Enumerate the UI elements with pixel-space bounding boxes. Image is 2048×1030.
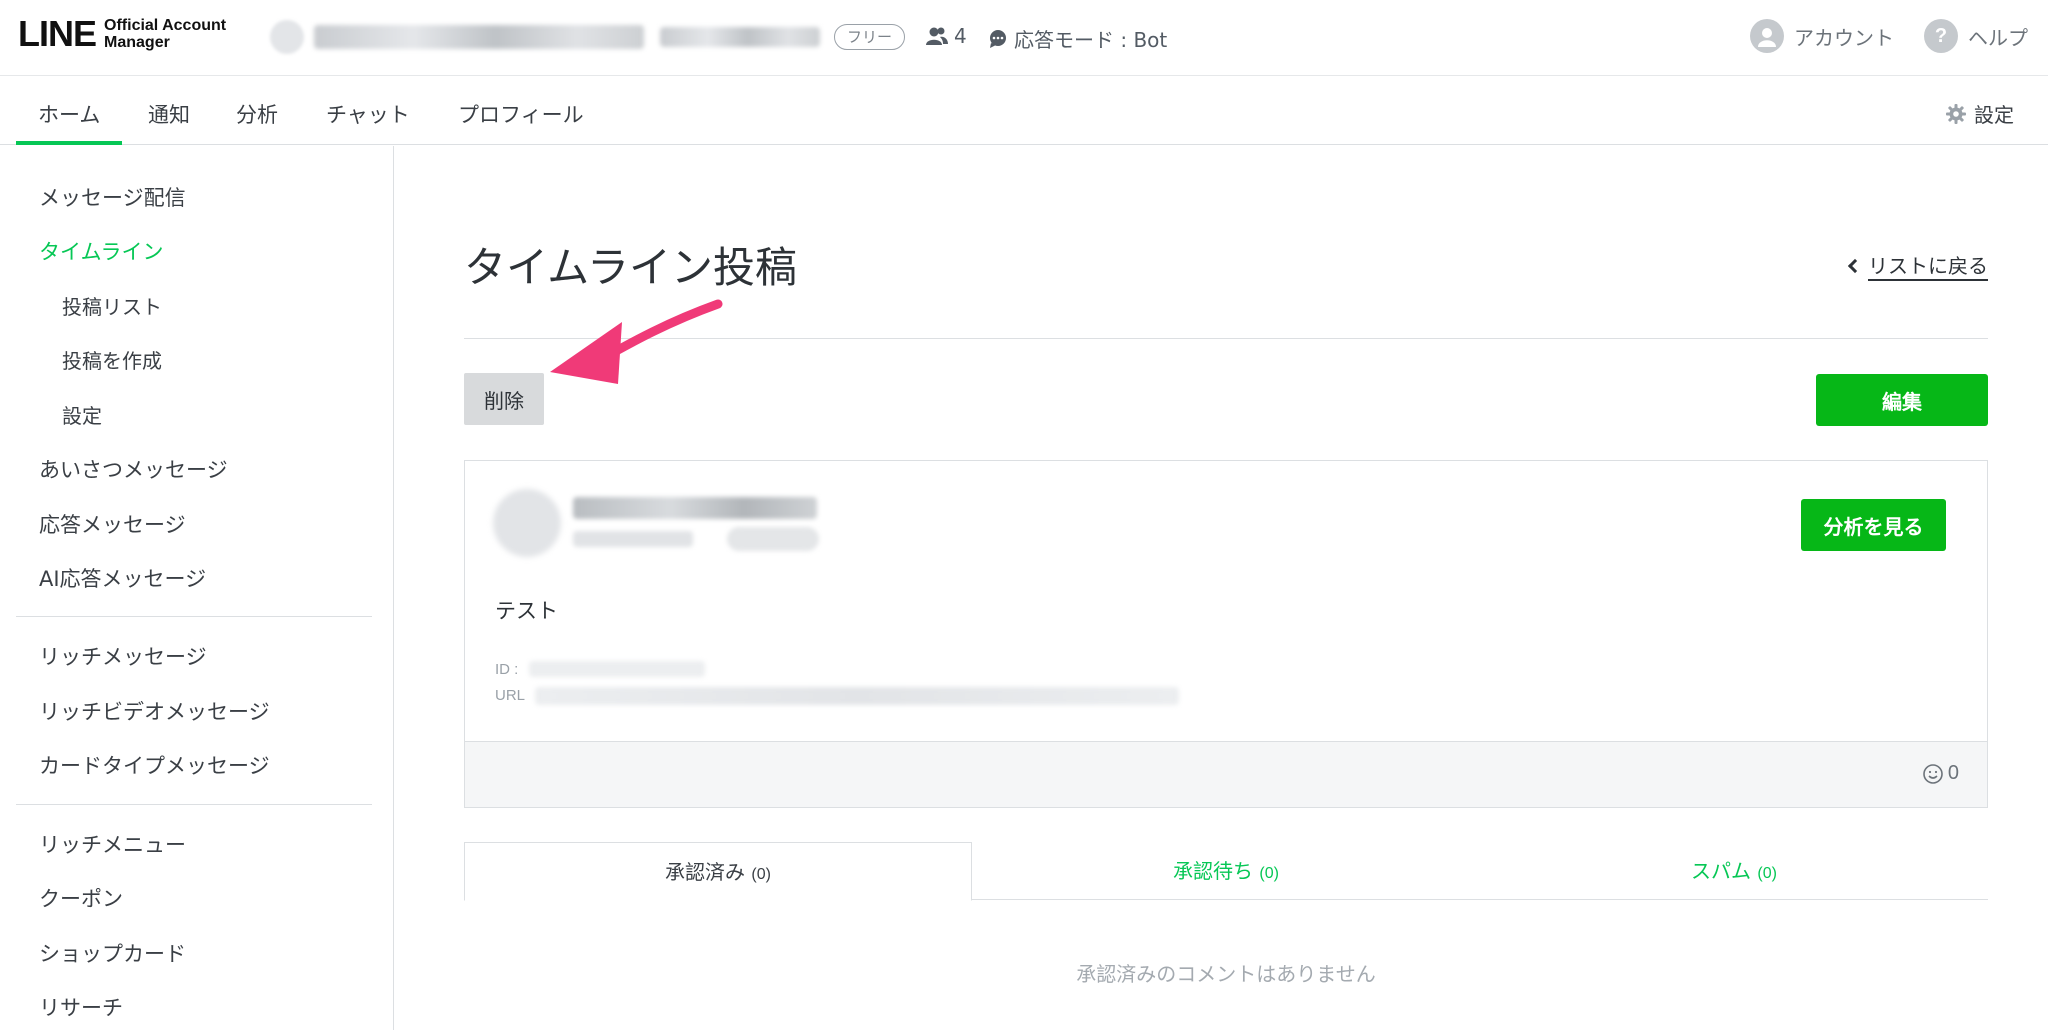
edit-button[interactable]: 編集: [1816, 374, 1988, 426]
tab-spam-label: スパム: [1691, 859, 1752, 883]
sidebar-item-auto-response[interactable]: 応答メッセージ: [39, 509, 186, 539]
reaction-count[interactable]: 0: [1922, 762, 1959, 785]
post-id-label: ID :: [495, 661, 519, 678]
top-header: LINE Official Account Manager フリー 4 応答モー…: [0, 0, 2048, 76]
sidebar-divider: [16, 804, 372, 805]
sidebar-item-timeline-settings[interactable]: 設定: [62, 400, 102, 429]
sidebar-item-timeline[interactable]: タイムライン: [39, 236, 164, 266]
tab-pending-label: 承認待ち: [1173, 859, 1254, 883]
post-url-row: URL: [495, 687, 525, 704]
tab-pending-count: (0): [1259, 865, 1279, 882]
help-label: ヘルプ: [1968, 25, 2028, 50]
account-avatar-blurred[interactable]: [270, 20, 304, 54]
response-mode[interactable]: 応答モード : Bot: [988, 24, 1167, 53]
sidebar-item-ai-response[interactable]: AI応答メッセージ: [39, 563, 206, 593]
reaction-count-value: 0: [1947, 762, 1959, 784]
account-id-redacted: [660, 27, 820, 47]
post-body-text: テスト: [495, 599, 558, 623]
view-analytics-button[interactable]: 分析を見る: [1801, 499, 1946, 551]
tab-spam-count: (0): [1757, 865, 1777, 882]
chevron-left-icon: [1847, 258, 1863, 273]
logo-subtitle-line1: Official Account: [104, 17, 227, 34]
post-id-redacted: [529, 661, 705, 677]
smiley-icon: [1923, 763, 1943, 784]
post-status-badge-redacted: [727, 527, 819, 551]
logo-subtitle: Official Account Manager: [104, 17, 226, 51]
tab-approved-comments[interactable]: 承認済み (0): [464, 842, 972, 901]
empty-comments-message: 承認済みのコメントはありません: [1076, 962, 1376, 986]
sidebar-item-research[interactable]: リサーチ: [39, 992, 123, 1022]
response-mode-label: 応答モード : Bot: [1014, 28, 1168, 52]
back-to-list-label: リストに戻る: [1868, 254, 1988, 278]
sidebar-item-greeting-message[interactable]: あいさつメッセージ: [39, 454, 228, 484]
help-icon: ?: [1924, 19, 1958, 53]
account-menu[interactable]: アカウント: [1750, 19, 1894, 53]
sidebar-item-coupon[interactable]: クーポン: [39, 883, 123, 913]
tab-notifications[interactable]: 通知: [148, 99, 190, 129]
sidebar-item-rich-video-message[interactable]: リッチビデオメッセージ: [39, 696, 270, 726]
tab-chat[interactable]: チャット: [326, 99, 410, 129]
settings-link[interactable]: 設定: [1946, 99, 2014, 128]
account-icon: [1750, 19, 1784, 53]
chat-bubble-icon: [990, 29, 1006, 48]
tab-spam-comments[interactable]: スパム (0): [1480, 842, 1988, 900]
comment-tabs: 承認済み (0) 承認待ち (0) スパム (0): [464, 842, 1988, 901]
post-id-row: ID :: [495, 661, 518, 678]
help-menu[interactable]: ? ヘルプ: [1924, 19, 2028, 53]
tab-profile[interactable]: プロフィール: [458, 99, 584, 129]
account-label: アカウント: [1794, 25, 1894, 50]
post-card: 分析を見る テスト ID : URL 0: [464, 460, 1988, 808]
line-oa-manager-logo[interactable]: LINE Official Account Manager: [18, 16, 226, 52]
annotation-arrow-icon: [550, 299, 723, 384]
post-author-name-redacted: [573, 497, 817, 519]
gear-icon: [1946, 103, 1966, 124]
logo-line-text: LINE: [18, 13, 97, 54]
settings-label: 設定: [1974, 103, 2014, 127]
post-card-footer: 0: [465, 741, 1987, 807]
sidebar-item-message-delivery[interactable]: メッセージ配信: [39, 182, 186, 212]
sidebar-divider: [16, 616, 372, 617]
main-nav: ホーム 通知 分析 チャット プロフィール 設定: [0, 77, 2048, 145]
tab-analytics[interactable]: 分析: [236, 99, 278, 129]
plan-badge: フリー: [834, 24, 905, 50]
back-to-list-link[interactable]: リストに戻る: [1847, 250, 1988, 279]
sidebar-item-shop-card[interactable]: ショップカード: [39, 938, 186, 968]
post-date-redacted: [573, 531, 693, 547]
sidebar-item-rich-message[interactable]: リッチメッセージ: [39, 641, 207, 671]
post-url-redacted: [535, 687, 1179, 705]
page-title: タイムライン投稿: [464, 243, 798, 292]
account-name-redacted: [314, 25, 644, 49]
tab-approved-label: 承認済み: [665, 860, 746, 884]
sidebar-item-rich-menu[interactable]: リッチメニュー: [39, 829, 186, 859]
sidebar-item-create-post[interactable]: 投稿を作成: [62, 345, 162, 374]
tab-pending-comments[interactable]: 承認待ち (0): [972, 842, 1480, 900]
post-author-avatar-blurred: [493, 489, 561, 557]
logo-subtitle-line2: Manager: [104, 34, 170, 51]
delete-button[interactable]: 削除: [464, 373, 544, 425]
friends-count[interactable]: 4: [926, 24, 967, 48]
post-url-label: URL: [495, 687, 526, 704]
sidebar: メッセージ配信 タイムライン 投稿リスト 投稿を作成 設定 あいさつメッセージ …: [0, 146, 394, 1030]
sidebar-item-post-list[interactable]: 投稿リスト: [62, 291, 162, 320]
sidebar-item-card-type-message[interactable]: カードタイプメッセージ: [39, 750, 270, 780]
tab-home[interactable]: ホーム: [15, 99, 123, 145]
tab-approved-count: (0): [751, 866, 771, 883]
friends-count-value: 4: [954, 24, 967, 48]
friends-icon: [926, 27, 948, 45]
